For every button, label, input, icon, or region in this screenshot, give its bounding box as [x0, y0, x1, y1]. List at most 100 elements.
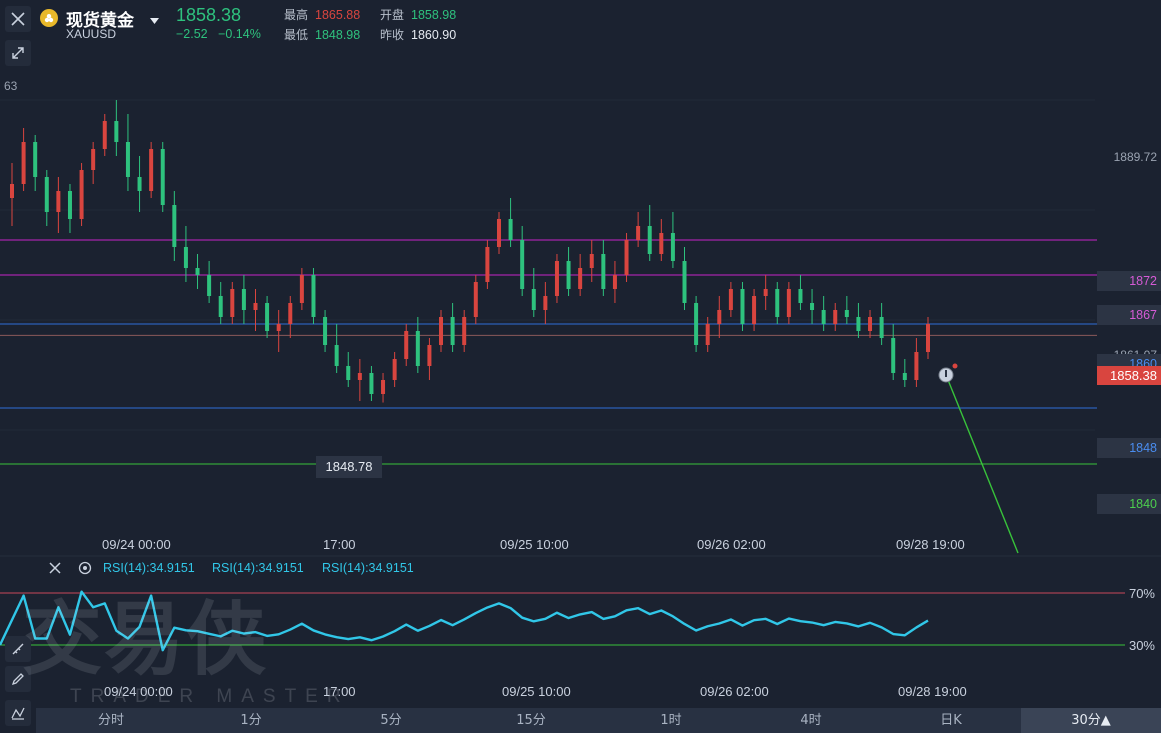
candle-body — [67, 191, 72, 219]
candle-body — [728, 289, 733, 310]
candle-body — [439, 317, 444, 345]
current-price-label: 1858.38 — [1097, 366, 1161, 385]
candle-body — [415, 331, 420, 366]
rsi-time-label: 09/25 10:00 — [502, 684, 571, 699]
candle-body — [381, 380, 386, 394]
axis-partial-label: 63 — [4, 79, 18, 93]
candle-body — [763, 289, 768, 296]
change-percent: −0.14% — [218, 27, 261, 41]
candle-body — [450, 317, 455, 345]
candle-body — [717, 310, 722, 324]
candle-body — [462, 317, 467, 345]
level-label-1840[interactable]: 1840 — [1097, 494, 1161, 514]
candle-body — [868, 317, 873, 331]
candle-body — [740, 289, 745, 324]
alert-marker-dot — [952, 363, 958, 369]
expand-icon[interactable] — [5, 40, 31, 66]
candle-body — [601, 254, 606, 289]
watermark-logo: 交易侠 — [22, 593, 268, 686]
candle-body — [334, 345, 339, 366]
candle-body — [891, 338, 896, 373]
candle-body — [369, 373, 374, 394]
chart-annotations — [938, 363, 1019, 554]
candle-body — [856, 317, 861, 331]
candle-body — [149, 149, 154, 191]
tab-timeframe[interactable]: 日K — [896, 708, 1006, 733]
stat-open: 开盘 1858.98 — [380, 8, 457, 22]
tab-timeframe[interactable]: 1时 — [616, 708, 726, 733]
candle-body — [879, 317, 884, 338]
indicator-icon[interactable] — [5, 700, 31, 726]
rsi-time-label: 09/24 00:00 — [104, 684, 173, 699]
tab-timeframe-active[interactable]: 30分▲ — [1021, 708, 1161, 733]
stat-low: 最低 1848.98 — [284, 28, 361, 42]
candle-body — [659, 233, 664, 254]
tab-timeframe[interactable]: 1分 — [196, 708, 306, 733]
axis-tick-high: 1889.72 — [1113, 150, 1157, 164]
candle-body — [902, 373, 907, 380]
candle-body — [624, 240, 629, 275]
candle-body — [520, 240, 525, 289]
candle-body — [404, 331, 409, 359]
level-label-1872[interactable]: 1872 — [1097, 271, 1161, 291]
candle-body — [647, 226, 652, 254]
candle-body — [670, 233, 675, 261]
candle-body — [160, 149, 165, 205]
candle-body — [705, 324, 710, 345]
candle-body — [682, 261, 687, 303]
time-label: 09/28 19:00 — [896, 537, 965, 552]
time-label: 17:00 — [323, 537, 356, 552]
candle-body — [914, 352, 919, 380]
candle-body — [56, 191, 61, 212]
level-label-1867[interactable]: 1867 — [1097, 305, 1161, 325]
candle-body — [265, 303, 270, 331]
candle-body — [485, 247, 490, 282]
candle-body — [578, 268, 583, 289]
low-price-marker: 1848.78 — [316, 456, 382, 478]
level-label-1848[interactable]: 1848 — [1097, 438, 1161, 458]
rsi-time-label: 09/28 19:00 — [898, 684, 967, 699]
candle-body — [207, 275, 212, 296]
candle-body — [79, 170, 84, 219]
tab-timeframe[interactable]: 5分 — [336, 708, 446, 733]
candle-body — [589, 254, 594, 268]
candle-body — [833, 310, 838, 324]
gold-coin-icon — [40, 9, 58, 27]
tab-timeframe[interactable]: 4时 — [756, 708, 866, 733]
rsi-overbought-label: 70% — [1128, 586, 1155, 601]
candle-body — [612, 275, 617, 289]
symbol-dropdown-icon[interactable] — [150, 11, 159, 29]
candle-body — [392, 359, 397, 380]
candle-body — [195, 268, 200, 275]
candle-body — [694, 303, 699, 345]
candle-body — [844, 310, 849, 317]
close-icon[interactable] — [5, 6, 31, 32]
candle-body — [311, 275, 316, 317]
candle-body — [44, 177, 49, 212]
candle-body — [323, 317, 328, 345]
candle-body — [554, 261, 559, 296]
candle-body — [218, 296, 223, 317]
candle-body — [346, 366, 351, 380]
candle-body — [172, 205, 177, 247]
last-price: 1858.38 — [176, 5, 242, 25]
candlestick-series — [10, 100, 930, 403]
candle-body — [496, 219, 501, 247]
candle-body — [531, 289, 536, 310]
candle-body — [543, 296, 548, 310]
candle-body — [357, 373, 362, 380]
candle-body — [241, 289, 246, 310]
candle-body — [810, 303, 815, 310]
candle-body — [427, 345, 432, 366]
rsi-oversold-label: 30% — [1128, 638, 1155, 653]
rsi-legend-entry: RSI(14):34.9151 — [103, 561, 195, 575]
candle-body — [752, 296, 757, 324]
candle-body — [926, 324, 930, 352]
candle-body — [508, 219, 513, 240]
candle-body — [137, 177, 142, 191]
tab-timeframe[interactable]: 15分 — [476, 708, 586, 733]
symbol-code: XAUUSD — [66, 27, 117, 41]
candle-body — [91, 149, 96, 170]
tab-timeframe[interactable]: 分时 — [56, 708, 166, 733]
candle-body — [183, 247, 188, 268]
